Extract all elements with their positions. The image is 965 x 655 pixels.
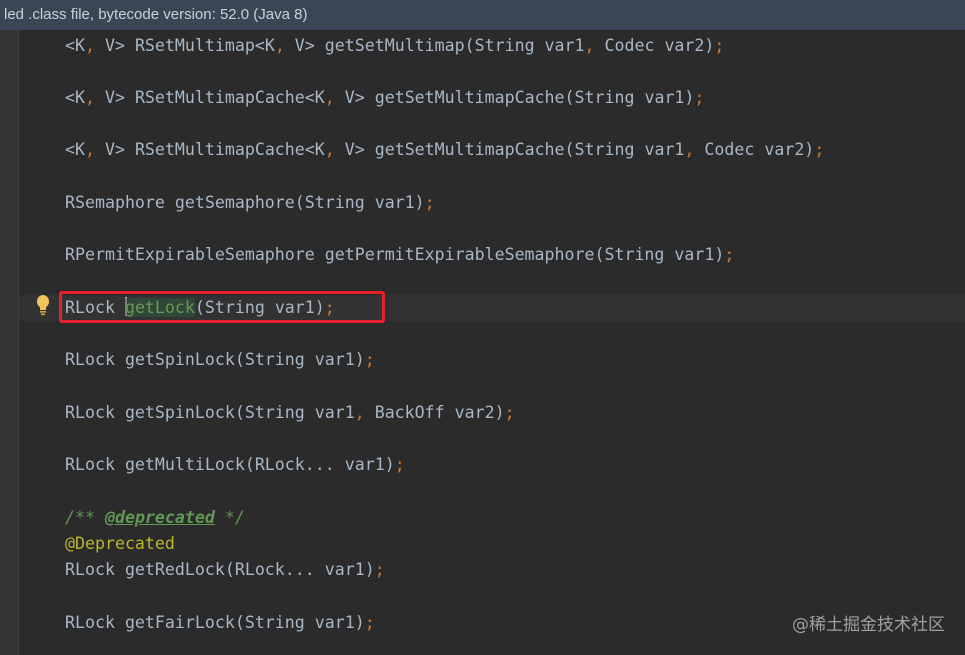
editor-gutter[interactable]	[0, 30, 18, 655]
code-line[interactable]: RLock getFairLock(String var1);	[65, 612, 375, 634]
code-line[interactable]: <K, V> RSetMultimapCache<K, V> getSetMul…	[65, 139, 824, 161]
code-line-javadoc[interactable]: /** @deprecated */	[65, 507, 245, 529]
code-line[interactable]: RLock getSpinLock(String var1);	[65, 349, 375, 371]
code-line[interactable]: RSemaphore getSemaphore(String var1);	[65, 192, 435, 214]
red-highlight-box	[59, 291, 385, 323]
decompiled-file-banner: led .class file, bytecode version: 52.0 …	[0, 0, 965, 30]
code-line[interactable]: RLock getSpinLock(String var1, BackOff v…	[65, 402, 515, 424]
code-line[interactable]: RLock getMultiLock(RLock... var1);	[65, 454, 405, 476]
watermark: @稀土掘金技术社区	[792, 615, 945, 635]
code-line[interactable]: RPermitExpirableSemaphore getPermitExpir…	[65, 244, 734, 266]
code-line[interactable]: RLock getRedLock(RLock... var1);	[65, 559, 385, 581]
code-editor[interactable]: <K, V> RSetMultimap<K, V> getSetMultimap…	[19, 30, 965, 655]
lightbulb-icon[interactable]	[35, 294, 51, 316]
code-line[interactable]: <K, V> RSetMultimapCache<K, V> getSetMul…	[65, 87, 704, 109]
code-line[interactable]: <K, V> RSetMultimap<K, V> getSetMultimap…	[65, 35, 724, 57]
code-line-annotation[interactable]: @Deprecated	[65, 533, 175, 555]
